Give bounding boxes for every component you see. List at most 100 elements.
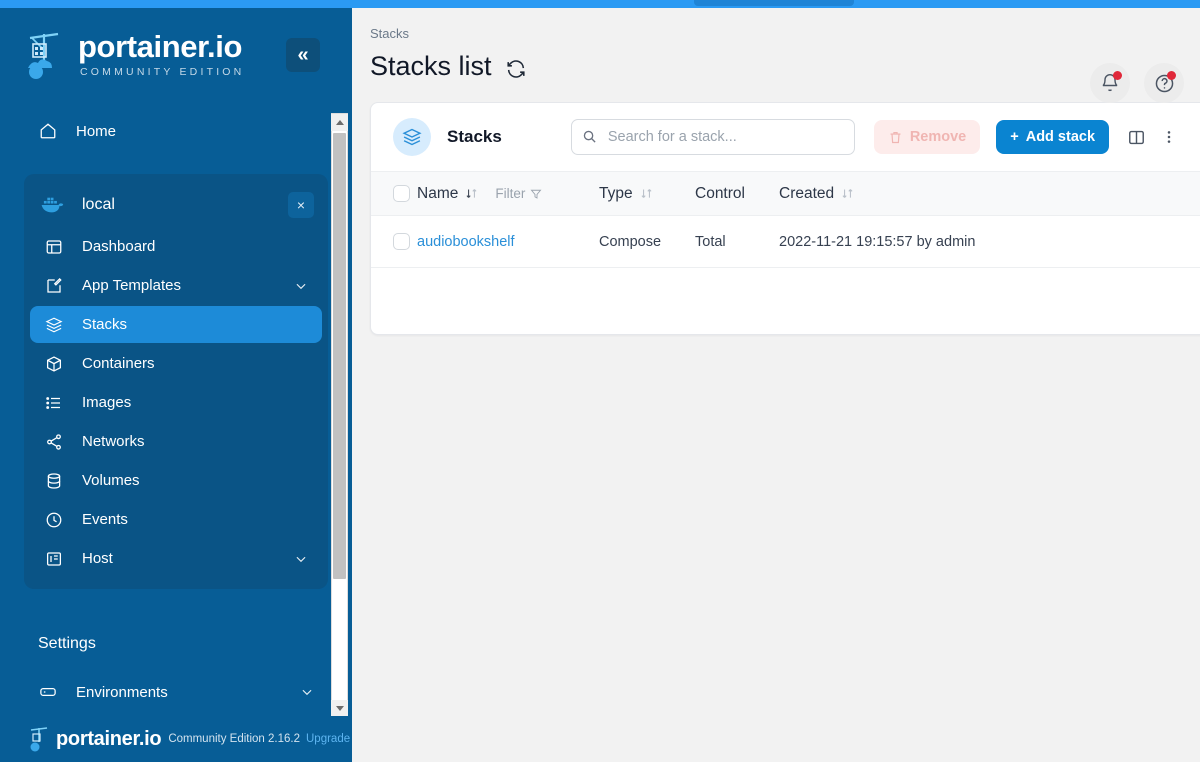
columns-icon (1127, 128, 1146, 147)
brand-subtitle: COMMUNITY EDITION (80, 66, 244, 78)
remove-button[interactable]: Remove (874, 120, 980, 154)
sidebar-item-host[interactable]: Host (30, 540, 322, 577)
stacks-icon (44, 315, 64, 335)
sidebar-item-app-templates[interactable]: App Templates (30, 267, 322, 304)
sidebar-collapse-button[interactable]: « (286, 38, 320, 72)
column-label: Type (599, 185, 633, 203)
footer-edition: Community Edition 2.16.2 (168, 733, 300, 745)
sidebar-item-networks[interactable]: Networks (30, 423, 322, 460)
kebab-menu-icon (1161, 128, 1177, 146)
remove-button-label: Remove (910, 129, 966, 145)
chevron-down-icon (294, 279, 308, 293)
column-header-control: Control (695, 172, 779, 216)
search-icon (582, 129, 597, 144)
sidebar-section-settings: Settings (0, 635, 352, 653)
sidebar-item-label: Dashboard (82, 238, 155, 255)
images-icon (44, 393, 64, 413)
row-checkbox[interactable] (393, 233, 410, 250)
app-root: portainer.io COMMUNITY EDITION « (0, 0, 1200, 762)
trash-icon (888, 130, 903, 145)
sidebar-item-images[interactable]: Images (30, 384, 322, 421)
stack-name-link[interactable]: audiobookshelf (417, 234, 515, 250)
docker-icon (40, 195, 66, 215)
sort-icon (841, 187, 854, 201)
cell-control: Total (695, 216, 779, 268)
sidebar-item-label: Environments (76, 684, 168, 701)
sidebar-item-environments[interactable]: Environments (24, 673, 328, 711)
sidebar-item-stacks[interactable]: Stacks (30, 306, 322, 343)
column-header-name[interactable]: Name Filter (417, 172, 599, 216)
sidebar-item-label: Containers (82, 355, 155, 372)
footer-upgrade-link[interactable]: Upgrade (306, 733, 350, 745)
sidebar-item-label: Volumes (82, 472, 140, 489)
select-all-header (371, 172, 417, 216)
card-toolbar: Stacks Remove (371, 103, 1200, 171)
select-all-checkbox[interactable] (393, 185, 410, 202)
page-title: Stacks list (370, 51, 492, 82)
cell-name: audiobookshelf (417, 216, 599, 268)
environment-panel: local × Dashboard (24, 174, 328, 589)
volumes-icon (44, 471, 64, 491)
notification-badge-dot (1113, 71, 1122, 80)
column-header-type[interactable]: Type (599, 172, 695, 216)
portainer-logo-small-icon (28, 726, 50, 752)
table-body: audiobookshelf Compose Total 2022-11-21 … (371, 216, 1200, 268)
page-header: Stacks Stacks list (352, 8, 1200, 102)
header-actions (1090, 63, 1184, 103)
sidebar-item-label: Stacks (82, 316, 127, 333)
table-row[interactable]: audiobookshelf Compose Total 2022-11-21 … (371, 216, 1200, 268)
sort-icon (465, 187, 478, 201)
column-label: Control (695, 185, 745, 203)
environment-header[interactable]: local × (24, 184, 328, 226)
sidebar-footer: portainer.io Community Edition 2.16.2 Up… (0, 716, 352, 762)
stacks-card: Stacks Remove (370, 102, 1200, 335)
notifications-button[interactable] (1090, 63, 1130, 103)
dashboard-icon (44, 237, 64, 257)
container-icon (44, 354, 64, 374)
add-stack-button[interactable]: + Add stack (996, 120, 1109, 154)
sidebar-scrollbar[interactable] (331, 113, 348, 718)
help-badge-dot (1167, 71, 1176, 80)
sidebar-item-label: Events (82, 511, 128, 528)
sidebar: portainer.io COMMUNITY EDITION « (0, 8, 352, 762)
column-header-created[interactable]: Created (779, 172, 1200, 216)
sidebar-item-home[interactable]: Home (24, 112, 328, 150)
sidebar-item-label: Host (82, 550, 113, 567)
top-strip-tab (694, 0, 854, 6)
portainer-logo-icon (24, 30, 64, 82)
sidebar-root-list: Home (0, 112, 352, 150)
sidebar-scroll-area: portainer.io COMMUNITY EDITION « (0, 8, 352, 762)
stacks-icon (393, 118, 431, 156)
breadcrumb[interactable]: Stacks (370, 26, 1200, 41)
environment-close-button[interactable]: × (288, 192, 314, 218)
host-icon (44, 549, 64, 569)
sort-icon (640, 187, 653, 201)
column-label: Created (779, 185, 834, 203)
brand-title: portainer.io (78, 30, 244, 64)
home-icon (38, 121, 58, 141)
environment-nav-list: Dashboard App Templates (24, 226, 328, 583)
table-header-row: Name Filter (371, 172, 1200, 216)
search-input[interactable] (571, 119, 855, 155)
sidebar-item-containers[interactable]: Containers (30, 345, 322, 382)
sidebar-item-dashboard[interactable]: Dashboard (30, 228, 322, 265)
refresh-icon[interactable] (505, 56, 527, 78)
search-box (571, 119, 855, 155)
main-content: Stacks Stacks list (352, 8, 1200, 762)
columns-button[interactable] (1125, 126, 1147, 148)
sidebar-item-label: Home (76, 123, 116, 140)
more-menu-button[interactable] (1161, 126, 1177, 148)
scrollbar-up-arrow[interactable] (331, 114, 348, 131)
add-stack-label: Add stack (1026, 129, 1095, 145)
sidebar-item-events[interactable]: Events (30, 501, 322, 538)
help-button[interactable] (1144, 63, 1184, 103)
scrollbar-down-arrow[interactable] (331, 700, 348, 717)
name-filter-button[interactable]: Filter (495, 186, 542, 201)
scrollbar-thumb[interactable] (333, 133, 346, 579)
card-title-group: Stacks (393, 118, 502, 156)
filter-icon (530, 188, 542, 200)
stacks-table: Name Filter (371, 171, 1200, 268)
top-accent-strip (0, 0, 1200, 8)
sidebar-item-volumes[interactable]: Volumes (30, 462, 322, 499)
brand: portainer.io COMMUNITY EDITION « (0, 8, 352, 104)
